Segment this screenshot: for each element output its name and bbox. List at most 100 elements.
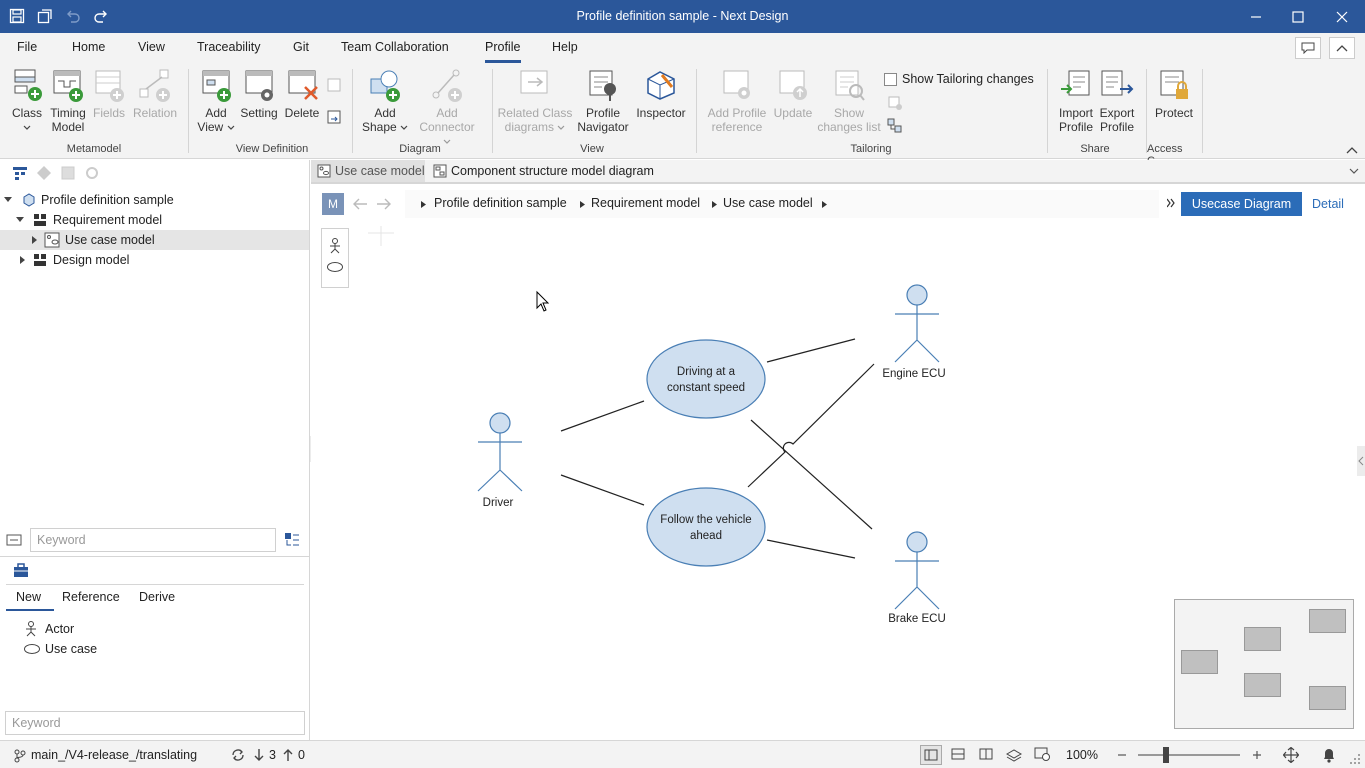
model-mode-badge[interactable]: M bbox=[322, 193, 344, 215]
tree-view-icon[interactable] bbox=[12, 165, 28, 184]
notification-bell-icon[interactable] bbox=[1322, 747, 1336, 763]
feedback-icon[interactable] bbox=[1295, 37, 1321, 59]
inspector-button[interactable]: Inspector bbox=[633, 67, 689, 120]
timing-model-button[interactable]: Timing Model bbox=[48, 67, 88, 134]
navigator-search-input[interactable]: Keyword bbox=[30, 528, 276, 552]
association-driving-brake[interactable] bbox=[750, 419, 873, 530]
tailoring-small-icon[interactable] bbox=[887, 95, 903, 111]
minimize-icon[interactable] bbox=[1244, 6, 1268, 28]
tree-item-use-case-model[interactable]: Use case model bbox=[0, 230, 309, 250]
show-tailoring-changes-option[interactable]: Show Tailoring changes bbox=[884, 72, 1034, 86]
menu-tab-git[interactable]: Git bbox=[293, 40, 309, 54]
overview-minimap[interactable] bbox=[1174, 599, 1354, 729]
expanded-arrow-icon[interactable] bbox=[16, 216, 24, 224]
layout-vertical-icon[interactable] bbox=[976, 745, 998, 765]
tab-list-chevron-icon[interactable] bbox=[1349, 168, 1359, 174]
menu-tab-file[interactable]: File bbox=[17, 40, 37, 54]
expanded-arrow-icon[interactable] bbox=[4, 196, 12, 204]
association-driver-follow[interactable] bbox=[560, 474, 645, 506]
import-profile-button[interactable]: Import Profile bbox=[1054, 67, 1098, 134]
doc-tab-use-case-model[interactable]: Use case model bbox=[311, 160, 425, 182]
maximize-icon[interactable] bbox=[1286, 6, 1310, 28]
palette-item-use-case[interactable]: Use case bbox=[22, 640, 222, 660]
actor-brake-ecu[interactable] bbox=[894, 531, 940, 610]
palette-search-input[interactable]: Keyword bbox=[5, 711, 305, 735]
forward-arrow-icon[interactable] bbox=[376, 197, 392, 211]
association-driving-engine[interactable] bbox=[766, 338, 856, 363]
menu-tab-help[interactable]: Help bbox=[552, 40, 578, 54]
git-branch-name[interactable]: main_/V4-release_/translating bbox=[31, 748, 197, 762]
menu-tab-view[interactable]: View bbox=[138, 40, 165, 54]
view-settings-icon[interactable] bbox=[1032, 745, 1054, 765]
association-driver-driving[interactable] bbox=[560, 400, 645, 432]
doc-tab-component-structure[interactable]: Component structure model diagram bbox=[427, 160, 677, 182]
palette-item-actor[interactable]: Actor bbox=[22, 620, 222, 640]
actor-driver[interactable] bbox=[477, 412, 523, 492]
tree-item-requirement-model[interactable]: Requirement model bbox=[0, 210, 309, 230]
search-mode-icon[interactable] bbox=[6, 528, 28, 552]
back-arrow-icon[interactable] bbox=[352, 197, 368, 211]
layout-single-icon[interactable] bbox=[920, 745, 942, 765]
setting-button[interactable]: Setting bbox=[238, 67, 280, 120]
layout-horizontal-icon[interactable] bbox=[948, 745, 970, 765]
right-pane-expand-handle[interactable] bbox=[1357, 446, 1365, 476]
navigator-tool-icon-2[interactable] bbox=[36, 165, 52, 184]
zoom-out-icon[interactable] bbox=[1117, 750, 1127, 760]
more-views-icon[interactable] bbox=[1167, 198, 1175, 208]
usecase-follow-vehicle-ahead[interactable] bbox=[646, 487, 766, 567]
palette-toolbox-icon[interactable] bbox=[13, 563, 29, 582]
protect-button[interactable]: Protect bbox=[1152, 67, 1196, 120]
profile-navigator-button[interactable]: Profile Navigator bbox=[575, 67, 631, 134]
add-shape-button[interactable]: Add Shape bbox=[360, 67, 410, 134]
collapse-ribbon-icon[interactable] bbox=[1329, 37, 1355, 59]
view-definition-small-icon-2[interactable] bbox=[326, 109, 342, 125]
class-button[interactable]: Class bbox=[6, 67, 48, 134]
zoom-in-icon[interactable] bbox=[1252, 750, 1262, 760]
fields-button[interactable]: Fields bbox=[90, 67, 128, 120]
breadcrumb-item[interactable]: Use case model bbox=[723, 196, 813, 210]
palette-tab-new[interactable]: New bbox=[16, 590, 41, 604]
menu-tab-profile[interactable]: Profile bbox=[485, 40, 520, 54]
export-profile-button[interactable]: Export Profile bbox=[1096, 67, 1138, 134]
tree-item-profile-definition-sample[interactable]: Profile definition sample bbox=[0, 190, 309, 210]
relation-button[interactable]: Relation bbox=[131, 67, 179, 120]
resize-grip-icon[interactable] bbox=[1349, 753, 1361, 765]
delete-button[interactable]: Delete bbox=[282, 67, 322, 120]
breadcrumb-item[interactable]: Requirement model bbox=[591, 196, 700, 210]
menu-tab-team-collaboration[interactable]: Team Collaboration bbox=[341, 40, 449, 54]
fit-to-window-icon[interactable] bbox=[1283, 747, 1299, 763]
update-button[interactable]: Update bbox=[772, 67, 814, 120]
menu-tab-home[interactable]: Home bbox=[72, 40, 105, 54]
add-view-button[interactable]: Add View bbox=[195, 67, 237, 134]
close-icon[interactable] bbox=[1330, 6, 1354, 28]
usecase-diagram-view-button[interactable]: Usecase Diagram bbox=[1181, 192, 1302, 216]
zoom-slider-thumb[interactable] bbox=[1163, 747, 1169, 763]
association-follow-engine[interactable] bbox=[747, 363, 875, 488]
breadcrumb-chevron-icon[interactable] bbox=[822, 201, 827, 208]
collapsed-arrow-icon[interactable] bbox=[18, 256, 26, 264]
palette-tab-derive[interactable]: Derive bbox=[139, 590, 175, 604]
actor-engine-ecu[interactable] bbox=[894, 284, 940, 363]
add-profile-reference-button[interactable]: Add Profile reference bbox=[702, 67, 772, 134]
collapsed-arrow-icon[interactable] bbox=[30, 236, 38, 244]
tailoring-small-icon-2[interactable] bbox=[887, 118, 903, 134]
collapse-ribbon-chevron-icon[interactable] bbox=[1346, 143, 1358, 154]
add-connector-button[interactable]: Add Connector bbox=[414, 67, 480, 148]
show-changes-list-button[interactable]: Show changes list bbox=[816, 67, 882, 134]
usecase-driving-constant-speed[interactable] bbox=[646, 339, 766, 419]
zoom-slider-track[interactable] bbox=[1138, 754, 1240, 756]
related-class-diagrams-button[interactable]: Related Class diagrams bbox=[497, 67, 573, 134]
show-tailoring-changes-checkbox[interactable] bbox=[884, 72, 897, 86]
association-follow-brake[interactable] bbox=[766, 539, 856, 559]
search-options-icon[interactable] bbox=[284, 532, 300, 551]
zoom-level[interactable]: 100% bbox=[1066, 748, 1098, 762]
menu-tab-traceability[interactable]: Traceability bbox=[197, 40, 260, 54]
palette-tab-reference[interactable]: Reference bbox=[62, 590, 120, 604]
sync-icon[interactable] bbox=[231, 748, 245, 762]
tree-item-design-model[interactable]: Design model bbox=[0, 250, 309, 270]
layers-icon[interactable] bbox=[1004, 745, 1026, 765]
view-definition-small-icon[interactable] bbox=[326, 77, 342, 93]
breadcrumb-item[interactable]: Profile definition sample bbox=[434, 196, 567, 210]
navigator-tool-icon-4[interactable] bbox=[84, 165, 100, 184]
navigator-tool-icon-3[interactable] bbox=[60, 165, 76, 184]
